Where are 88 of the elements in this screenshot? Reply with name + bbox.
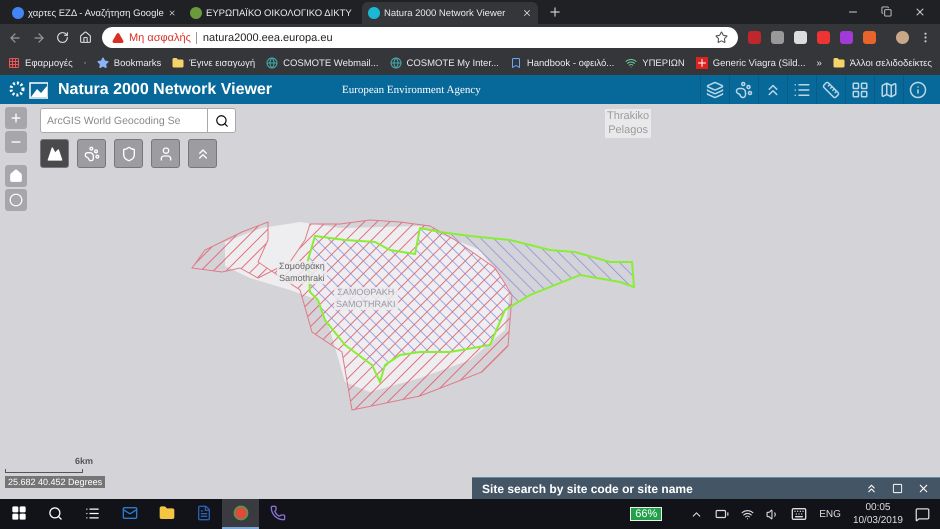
layer-button[interactable] (114, 139, 143, 168)
browser-icon (232, 505, 248, 521)
panel-title: Site search by site code or site name (482, 482, 694, 496)
home-icon[interactable] (79, 31, 92, 44)
mountain-icon (46, 146, 62, 162)
favicon-icon (368, 7, 380, 19)
close-icon[interactable] (522, 8, 532, 18)
maximize-icon[interactable] (892, 483, 903, 494)
battery-icon[interactable] (715, 507, 730, 521)
search-icon (48, 506, 63, 520)
restore-icon[interactable] (881, 6, 892, 17)
extension-icon[interactable] (863, 31, 876, 44)
wifi-icon[interactable] (741, 508, 754, 520)
phone-icon (270, 505, 286, 521)
reload-icon[interactable] (56, 31, 69, 44)
extension-icon[interactable] (794, 31, 807, 44)
folder-icon (158, 505, 174, 521)
layers-icon (706, 80, 724, 98)
new-tab-icon[interactable] (548, 5, 562, 19)
bookmark-item[interactable]: Bookmarks (96, 57, 162, 69)
place-label: ΣΑΜΟΘΡΑΚΗ SAMOTHRAKI (334, 287, 398, 310)
bookmark-item[interactable]: Εφαρμογές (8, 57, 73, 69)
address-bar[interactable]: Μη ασφαλής natura2000.eea.europa.eu (102, 27, 738, 48)
place-label: Σαμοθράκη Samothraki (277, 261, 327, 284)
globe-icon (266, 57, 278, 69)
search-icon (214, 114, 228, 128)
forward-icon[interactable] (32, 30, 46, 44)
cross-icon (696, 57, 708, 69)
search-button[interactable] (208, 108, 236, 133)
language-indicator[interactable]: ENG (819, 508, 841, 520)
grid-icon (851, 80, 869, 98)
favicon-icon (12, 7, 24, 19)
collapse-icon[interactable] (865, 482, 878, 495)
paw-icon (735, 80, 753, 98)
shield-icon (120, 146, 136, 162)
bookmark-item[interactable]: Έγινε εισαγωγή (172, 57, 256, 69)
close-icon[interactable] (168, 8, 176, 18)
home-icon (9, 169, 23, 183)
favicon-icon (190, 7, 202, 19)
task-view-icon (85, 506, 100, 520)
paw-icon (84, 146, 100, 162)
warning-icon (112, 32, 124, 44)
browser-tab[interactable]: Natura 2000 Network Viewer (362, 2, 538, 24)
close-icon[interactable] (917, 482, 930, 495)
document-icon (196, 505, 212, 521)
place-label: Thrakiko Pelagos (605, 109, 652, 138)
bookmark-item[interactable]: COSMOTE My Inter... (390, 57, 499, 69)
avatar-icon[interactable] (896, 31, 909, 44)
scale-label: 6km (75, 456, 94, 466)
bookmark-icon (510, 57, 522, 69)
info-icon (909, 80, 927, 98)
bookmark-item[interactable]: Generic Viagra (Sild... (696, 57, 806, 69)
overflow-chevron[interactable]: » (816, 58, 822, 68)
bookmark-item[interactable]: Handbook - οφειλό... (510, 57, 614, 69)
layer-button[interactable] (40, 139, 69, 168)
apps-icon (8, 57, 20, 69)
layer-button[interactable] (151, 139, 180, 168)
close-icon[interactable] (914, 6, 926, 18)
keyboard-icon[interactable] (791, 506, 808, 522)
logo-icon (8, 80, 48, 100)
browser-tab[interactable]: χαρτες ΕΖΔ - Αναζήτηση Google (6, 2, 182, 24)
star-icon (96, 57, 109, 69)
extension-icon[interactable] (771, 31, 784, 44)
bookmark-item[interactable]: COSMOTE Webmail... (266, 57, 378, 69)
folder-icon (832, 57, 845, 69)
circle-icon (9, 193, 23, 207)
url-text: natura2000.eea.europa.eu (196, 32, 710, 44)
ruler-icon (822, 80, 840, 98)
security-warning: Μη ασφαλής (129, 32, 191, 44)
app-title: Natura 2000 Network Viewer (58, 80, 272, 98)
mail-icon (122, 505, 138, 521)
star-icon[interactable] (715, 31, 728, 44)
coordinates-label: 25.682 40.452 Degrees (5, 476, 106, 488)
bookmark-folder[interactable]: Άλλοι σελιδοδείκτες (832, 57, 932, 69)
layer-button[interactable] (77, 139, 106, 168)
search-field[interactable]: ArcGIS World Geocoding Se (40, 108, 208, 133)
layer-button[interactable] (188, 139, 217, 168)
folder-icon (172, 57, 184, 69)
battery-indicator: 66% (630, 507, 662, 521)
back-icon[interactable] (8, 30, 22, 44)
windows-icon (10, 505, 26, 521)
map-icon (880, 80, 898, 98)
globe-icon (390, 57, 402, 69)
notifications-icon[interactable] (915, 506, 930, 522)
agency-name: European Environment Agency (342, 84, 481, 96)
person-icon (158, 146, 174, 162)
bookmark-item[interactable]: ΥΠΕΡΙΩΝ (625, 57, 685, 69)
clock[interactable]: 00:05 10/03/2019 (852, 501, 903, 527)
